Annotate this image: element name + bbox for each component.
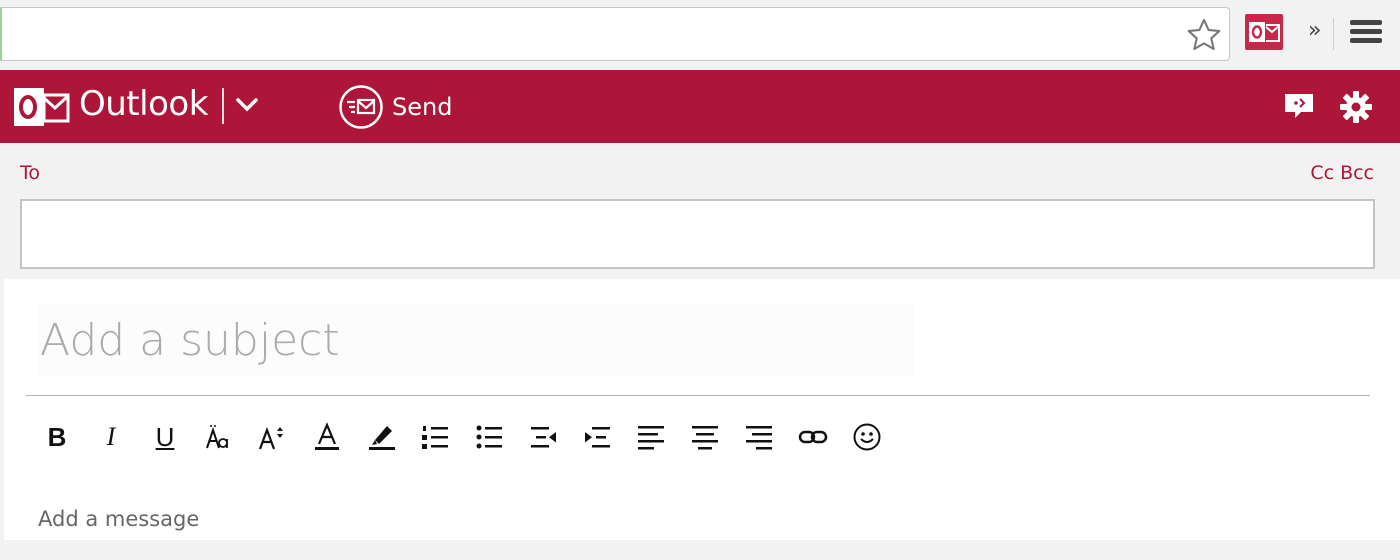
underline-button[interactable]: U — [138, 417, 192, 457]
message-body[interactable]: Add a message — [38, 507, 199, 531]
more-extensions-chevron[interactable]: » — [1308, 18, 1321, 43]
browser-toolbar: » — [0, 0, 1400, 70]
link-button[interactable] — [786, 417, 840, 457]
font-size-icon — [258, 426, 283, 450]
align-center-icon — [692, 426, 718, 450]
bold-button[interactable]: B — [30, 417, 84, 457]
subject-divider — [26, 395, 1370, 396]
formatting-toolbar: B I U — [30, 417, 894, 457]
align-left-icon — [638, 426, 664, 450]
increase-indent-button[interactable] — [570, 417, 624, 457]
to-field[interactable] — [20, 199, 1375, 269]
align-right-icon — [746, 426, 772, 450]
numbered-list-icon — [422, 426, 448, 449]
emoji-button[interactable] — [840, 417, 894, 457]
send-icon — [339, 85, 383, 129]
font-color-icon — [315, 422, 339, 450]
cc-bcc-link[interactable]: Cc Bcc — [1310, 162, 1374, 184]
header-divider — [222, 88, 224, 124]
compose-body: B I U — [4, 279, 1400, 540]
to-input[interactable] — [22, 201, 1373, 267]
decrease-indent-icon — [531, 427, 556, 448]
increase-indent-icon — [585, 427, 610, 448]
footer-strip — [0, 540, 1400, 560]
app-title[interactable]: Outlook — [79, 84, 208, 124]
font-color-button[interactable] — [300, 417, 354, 457]
app-header: Outlook Send — [0, 70, 1400, 143]
highlight-button[interactable] — [354, 417, 408, 457]
gear-icon[interactable] — [1339, 90, 1373, 124]
font-icon — [206, 425, 228, 449]
browser-menu-icon[interactable] — [1350, 20, 1382, 48]
send-button[interactable]: Send — [338, 83, 452, 131]
underline-glyph: U — [155, 421, 175, 452]
bold-glyph: B — [47, 421, 67, 452]
emoji-icon — [853, 423, 881, 451]
numbered-list-button[interactable] — [408, 417, 462, 457]
font-size-button[interactable] — [246, 417, 300, 457]
address-bar[interactable] — [0, 7, 1230, 61]
highlight-icon — [369, 426, 395, 450]
decrease-indent-button[interactable] — [516, 417, 570, 457]
align-left-button[interactable] — [624, 417, 678, 457]
send-label: Send — [392, 93, 453, 121]
feedback-icon[interactable] — [1283, 92, 1315, 122]
app-switcher-chevron-icon[interactable] — [234, 92, 260, 118]
font-button[interactable] — [192, 417, 246, 457]
subject-input[interactable] — [38, 304, 914, 376]
outlook-logo-icon — [14, 88, 70, 126]
link-icon — [798, 430, 828, 444]
outlook-extension-icon[interactable] — [1245, 14, 1283, 50]
bulleted-list-icon — [476, 425, 502, 449]
star-icon[interactable] — [1185, 16, 1223, 54]
italic-button[interactable]: I — [84, 417, 138, 457]
align-right-button[interactable] — [732, 417, 786, 457]
toolbar-divider — [1333, 18, 1334, 50]
to-label: To — [20, 162, 41, 184]
bulleted-list-button[interactable] — [462, 417, 516, 457]
align-center-button[interactable] — [678, 417, 732, 457]
italic-glyph: I — [106, 422, 116, 451]
